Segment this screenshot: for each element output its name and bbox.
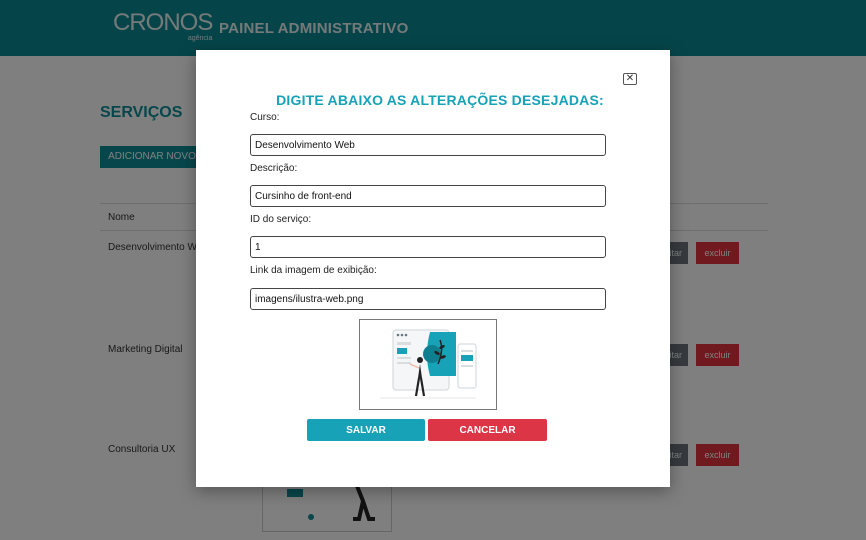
edit-service-modal: ✕ DIGITE ABAIXO AS ALTERAÇÕES DESEJADAS:… — [196, 50, 670, 487]
close-icon[interactable]: ✕ — [623, 73, 637, 85]
service-id-input[interactable] — [250, 236, 606, 258]
description-label: Descrição: — [250, 163, 298, 174]
modal-title: DIGITE ABAIXO AS ALTERAÇÕES DESEJADAS: — [276, 92, 604, 108]
image-link-input[interactable] — [250, 288, 606, 310]
service-id-label: ID do serviço: — [250, 214, 312, 225]
cancel-button[interactable]: CANCELAR — [428, 419, 547, 441]
course-label: Curso: — [250, 112, 280, 123]
description-input[interactable] — [250, 185, 606, 207]
image-link-label: Link da imagem de exibição: — [250, 265, 377, 276]
image-preview — [359, 319, 497, 410]
save-button[interactable]: SALVAR — [307, 419, 425, 441]
web-illustration — [380, 329, 477, 399]
course-input[interactable] — [250, 134, 606, 156]
